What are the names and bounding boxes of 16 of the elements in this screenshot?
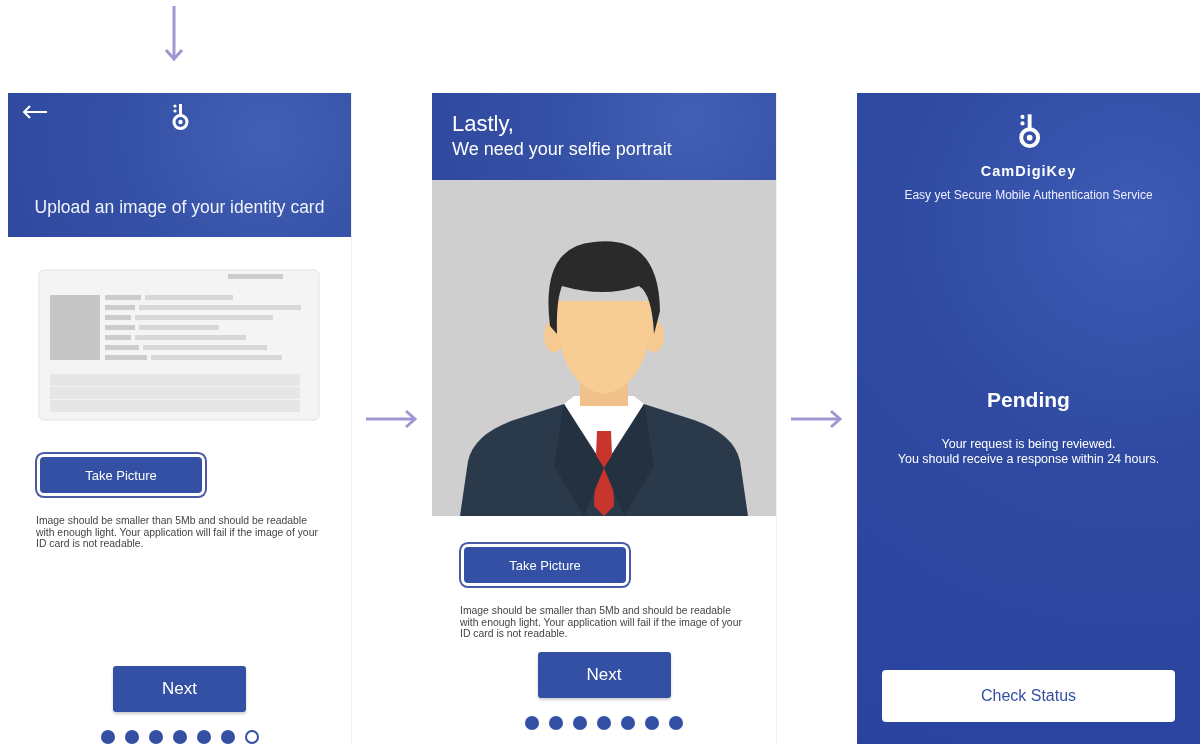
app-name: CamDigiKey (979, 163, 1078, 180)
check-status-button[interactable]: Check Status (882, 670, 1175, 722)
right-arrow-icon (366, 408, 418, 429)
app-tagline: Easy yet Secure Mobile Authentication Service (903, 188, 1154, 203)
screen-title: Lastly, (451, 110, 515, 137)
screen-title: Upload an image of your identity card (33, 197, 326, 218)
next-button[interactable]: Next (113, 666, 246, 712)
down-arrow-icon (164, 6, 184, 62)
back-arrow-icon[interactable] (22, 105, 48, 119)
image-requirements-note: Image should be smaller than 5Mb and should be readable with enough light. Your application will fail if the image of your ID card is not readable. (460, 605, 743, 640)
status-title: Pending (986, 388, 1071, 413)
next-button[interactable]: Next (537, 651, 671, 698)
image-requirements-note: Image should be smaller than 5Mb and should be readable with enough light. Your application will fail if the image of your ID card is not readable. (36, 515, 319, 550)
right-arrow-icon (791, 408, 843, 429)
screen-subtitle: We need your selfie portrait (451, 138, 673, 160)
status-message: Your request is being reviewed. You should receive a response within 24 hours. (896, 437, 1161, 468)
